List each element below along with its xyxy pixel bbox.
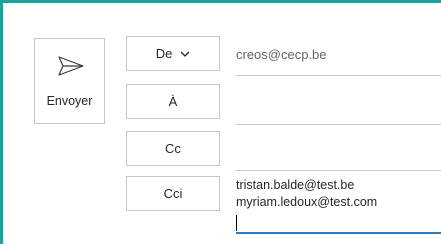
- from-underline: [236, 75, 441, 76]
- to-button-label: À: [168, 94, 178, 109]
- cc-button-label: Cc: [165, 141, 181, 156]
- from-button-label: De: [155, 46, 173, 61]
- from-button[interactable]: De: [126, 36, 220, 71]
- cc-button[interactable]: Cc: [126, 131, 220, 166]
- bcc-recipient: tristan.balde@test.be: [236, 178, 355, 192]
- cc-underline: [236, 170, 441, 171]
- bcc-button-label: Cci: [163, 186, 183, 201]
- send-icon: [58, 56, 84, 76]
- from-address: creos@cecp.be: [236, 47, 327, 62]
- cc-input[interactable]: [236, 134, 441, 170]
- send-button-label: Envoyer: [46, 94, 93, 108]
- to-button[interactable]: À: [126, 84, 220, 119]
- bcc-button[interactable]: Cci: [126, 176, 220, 211]
- text-caret: [236, 215, 237, 231]
- bcc-recipient: myriam.ledoux@test.com: [236, 195, 378, 209]
- send-button[interactable]: Envoyer: [34, 38, 105, 124]
- to-input[interactable]: [236, 87, 441, 123]
- bcc-underline: [236, 232, 441, 234]
- chevron-down-icon: [180, 51, 190, 57]
- compose-header: Envoyer De creos@cecp.be À Cc Cci trista…: [3, 3, 441, 244]
- to-underline: [236, 124, 441, 125]
